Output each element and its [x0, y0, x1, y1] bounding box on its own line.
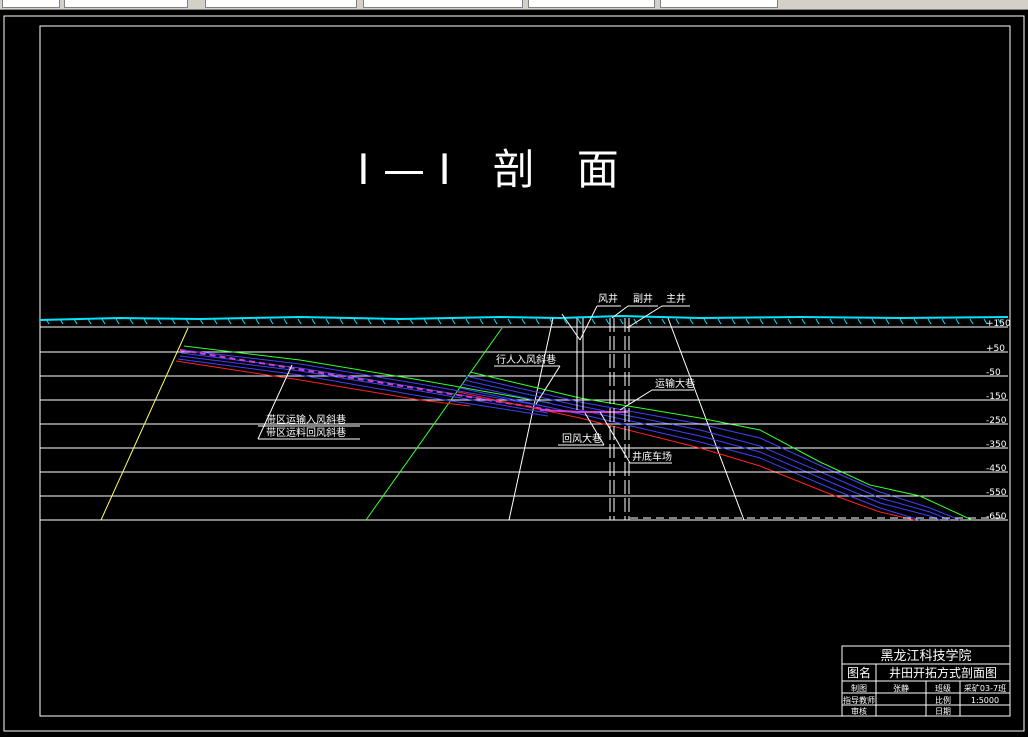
label-return-roadway: 回风大巷 [562, 432, 602, 445]
toolbar-field-color[interactable] [205, 0, 357, 8]
outer-frame [3, 15, 1025, 732]
label-panel-intake: 带区运输入风斜巷 [266, 413, 346, 426]
tb-advisor-label: 指导教师 [843, 695, 875, 705]
haulage-roadway-line [539, 409, 628, 413]
toolbar-field-1[interactable] [2, 0, 60, 8]
level-label: +50 [986, 344, 1005, 354]
toolbar-field-plotstyle[interactable] [660, 0, 778, 8]
label-pedestrian-incline: 行人入风斜巷 [496, 353, 556, 366]
label-aux-shaft: 副井 [633, 292, 653, 305]
label-air-shaft: 风井 [598, 292, 618, 305]
level-label: -350 [986, 440, 1007, 450]
protection-pillar-left [508, 317, 554, 521]
coal-seam-left [175, 345, 551, 417]
label-shaft-bottom-yard: 井底车场 [632, 450, 672, 463]
section-drawing: I — I 剖 面 +150+50-50-150-250-350-450-550… [3, 15, 1025, 732]
coal-seam-right [457, 371, 1005, 521]
toolbar-field-linetype[interactable] [363, 0, 523, 8]
label-main-shaft: 主井 [666, 292, 686, 305]
tb-date-label: 日期 [935, 707, 951, 716]
tb-drawn-value: 张静 [893, 683, 909, 693]
tb-school: 黑龙江科技学院 [880, 648, 971, 664]
drawing-title: I — I 剖 面 [357, 145, 618, 194]
label-haulage-roadway: 运输大巷 [655, 377, 695, 390]
toolbar-field-lineweight[interactable] [528, 0, 655, 8]
level-labels: +150+50-50-150-250-350-450-550-650 [986, 319, 1011, 522]
tb-name-label: 图名 [847, 665, 871, 680]
title-block-text: 黑龙江科技学院 图名 井田开拓方式剖面图 制图 张静 班级 采矿03-7班 指导… [843, 648, 1006, 716]
inner-frame [39, 25, 1011, 717]
level-label: +150 [986, 319, 1011, 329]
level-label: -150 [986, 392, 1007, 402]
tb-class-label: 班级 [935, 683, 951, 693]
tb-scale-value: 1:5000 [971, 696, 999, 705]
tb-drawn-label: 制图 [851, 683, 867, 693]
level-label: -650 [986, 512, 1007, 522]
label-panel-return: 带区运料回风斜巷 [266, 426, 346, 439]
ground-surface-line [39, 314, 1009, 321]
tb-review-label: 审核 [851, 706, 867, 716]
level-label: -50 [986, 368, 1001, 378]
toolbar-field-layer[interactable] [64, 0, 188, 8]
tb-scale-label: 比例 [935, 695, 951, 705]
cad-toolbar [0, 0, 1028, 10]
drawing-canvas[interactable]: I — I 剖 面 +150 +50 -50 -150 -250 -350 -450 -550… [0, 10, 1028, 733]
tb-class-value: 采矿03-7班 [964, 683, 1006, 693]
tb-name-value: 井田开拓方式剖面图 [889, 665, 997, 680]
